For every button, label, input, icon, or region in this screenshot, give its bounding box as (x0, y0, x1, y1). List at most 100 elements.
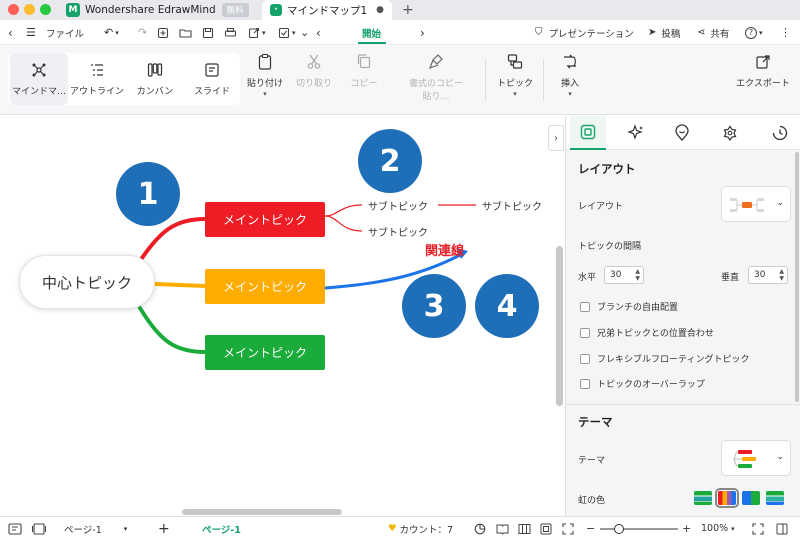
file-menu[interactable]: ファイル (46, 20, 84, 45)
subtopic-3[interactable]: サブトピック (482, 198, 542, 213)
view-slide-button[interactable]: スライド (183, 53, 241, 105)
rainbow-swatch-blue-green[interactable] (742, 491, 760, 505)
scroll-right-icon[interactable]: › (420, 20, 425, 45)
page-tab-1[interactable]: ページ-1 (202, 517, 241, 539)
insert-dropdown-icon[interactable]: ▾ (568, 90, 572, 98)
main-topic-red[interactable]: メイントピック (205, 202, 325, 237)
main-topic-orange[interactable]: メイントピック (205, 269, 325, 304)
tab-icons[interactable] (664, 116, 700, 150)
ribbon-toolbar: マインドマ… アウトライン カンバン スライド 貼り付け ▾ 切り取り コピー … (0, 45, 800, 115)
subtopic-1[interactable]: サブトピック (368, 198, 428, 213)
checkbox[interactable] (580, 378, 590, 389)
option-align-siblings[interactable]: 兄弟トピックとの位置合わせ (580, 326, 714, 339)
panel-scrollbar[interactable] (795, 152, 799, 402)
layout-select[interactable]: ⌄ (721, 186, 791, 222)
canvas-horizontal-scrollbar[interactable] (182, 509, 342, 515)
page-view-icon[interactable] (32, 517, 46, 539)
tab-ai[interactable] (618, 116, 654, 150)
chevron-down-icon: ⌄ (776, 198, 784, 208)
insert-button[interactable]: 挿入 ▾ (552, 53, 588, 108)
format-painter-button[interactable]: 書式のコピー 貼り… (403, 53, 469, 108)
book-icon[interactable] (496, 517, 509, 539)
more-options-icon[interactable]: ⋮ (780, 20, 791, 45)
expand-icon[interactable] (752, 517, 764, 539)
post-button[interactable]: ➤ 投稿 (648, 20, 680, 45)
theme-section-heading: テーマ (578, 415, 613, 429)
help-button[interactable]: ? ▾ (745, 20, 763, 45)
canvas-vertical-scrollbar[interactable] (556, 246, 563, 406)
zoom-level-select[interactable]: 100% ▾ (701, 517, 735, 539)
collapse-panel-button[interactable]: › (548, 125, 564, 151)
theme-select[interactable]: ⌄ (721, 440, 791, 476)
minimize-window-button[interactable] (24, 4, 35, 15)
menu-icon[interactable]: ☰ (26, 20, 36, 45)
paste-dropdown-icon[interactable]: ▾ (263, 90, 267, 98)
zoom-slider[interactable] (600, 517, 678, 539)
more-down-icon[interactable]: ⌄ (300, 20, 309, 45)
option-topic-overlap[interactable]: トピックのオーバーラップ (580, 377, 705, 390)
back-icon[interactable]: ‹ (8, 20, 13, 45)
split-view-icon[interactable] (776, 517, 788, 539)
central-topic[interactable]: 中心トピック (19, 255, 155, 309)
zoom-window-button[interactable] (40, 4, 51, 15)
tab-history[interactable] (762, 116, 798, 150)
pie-chart-icon[interactable] (474, 517, 486, 539)
print-icon[interactable] (224, 20, 237, 45)
undo-icon[interactable]: ↶ ▾ (104, 20, 119, 45)
rainbow-swatch-green[interactable] (694, 491, 712, 505)
save-icon[interactable] (202, 20, 214, 45)
export-small-icon[interactable]: ▾ (248, 20, 266, 45)
fullscreen-icon[interactable] (562, 517, 574, 539)
page-select[interactable]: ページ-1 ▾ (64, 517, 127, 539)
copy-button[interactable]: コピー (346, 53, 382, 108)
zoom-in-button[interactable]: + (682, 517, 691, 539)
redo-icon[interactable]: ↷ (138, 20, 147, 45)
app-tab[interactable]: M Wondershare EdrawMind 無料 (66, 0, 249, 20)
checkbox[interactable] (580, 327, 590, 338)
send-icon: ➤ (648, 27, 657, 38)
columns-icon[interactable] (518, 517, 531, 539)
stepper-arrows-icon[interactable]: ▲ ▼ (779, 268, 784, 282)
document-tab[interactable]: · マインドマップ1 ● (262, 0, 392, 20)
scissors-icon (307, 54, 321, 69)
new-file-icon[interactable] (157, 20, 169, 45)
checklist-icon[interactable]: ▾ (278, 20, 296, 45)
layout-preview-icon (730, 198, 764, 212)
fit-page-icon[interactable] (540, 517, 552, 539)
share-button[interactable]: ⋖ 共有 (697, 20, 729, 45)
close-window-button[interactable] (8, 4, 19, 15)
topic-button[interactable]: トピック ▾ (495, 53, 535, 108)
slide-icon (205, 62, 219, 77)
view-outline-button[interactable]: アウトライン (68, 53, 126, 105)
tab-theme[interactable] (712, 116, 748, 150)
scroll-left-icon[interactable]: ‹ (316, 20, 321, 45)
paste-button[interactable]: 貼り付け ▾ (246, 53, 284, 108)
main-topic-green[interactable]: メイントピック (205, 335, 325, 370)
option-free-branch[interactable]: ブランチの自由配置 (580, 300, 678, 313)
mindmap-canvas[interactable]: 中心トピック メイントピック メイントピック メイントピック サブトピック サブ… (0, 116, 565, 516)
presentation-icon: ⛉ (535, 27, 543, 38)
add-page-button[interactable]: + (158, 517, 170, 539)
view-mindmap-button[interactable]: マインドマ… (10, 53, 68, 105)
new-tab-button[interactable]: + (402, 0, 414, 20)
tab-layout[interactable] (570, 116, 606, 150)
horizontal-spacing-stepper[interactable]: 30 ▲ ▼ (604, 266, 644, 284)
subtopic-2[interactable]: サブトピック (368, 224, 428, 239)
open-folder-icon[interactable] (179, 20, 192, 45)
presentation-button[interactable]: ⛉ プレゼンテーション (535, 20, 634, 45)
topic-dropdown-icon[interactable]: ▾ (513, 90, 517, 98)
option-flexible-floating[interactable]: フレキシブルフローティングトピック (580, 352, 749, 365)
checkbox[interactable] (580, 301, 590, 312)
rainbow-swatch-multicolor[interactable] (715, 488, 739, 508)
unsaved-dot-icon[interactable]: ● (376, 5, 384, 15)
cut-button[interactable]: 切り取り (294, 53, 334, 108)
view-kanban-button[interactable]: カンバン (126, 53, 184, 105)
zoom-slider-handle[interactable] (614, 523, 624, 534)
rainbow-swatch-teal[interactable] (766, 491, 784, 505)
vertical-spacing-stepper[interactable]: 30 ▲ ▼ (748, 266, 788, 284)
export-button[interactable]: エクスポート (735, 53, 791, 108)
stepper-arrows-icon[interactable]: ▲ ▼ (635, 268, 640, 282)
sidebar-toggle-icon[interactable] (8, 517, 22, 539)
checkbox[interactable] (580, 353, 590, 364)
zoom-out-button[interactable]: − (586, 517, 595, 539)
